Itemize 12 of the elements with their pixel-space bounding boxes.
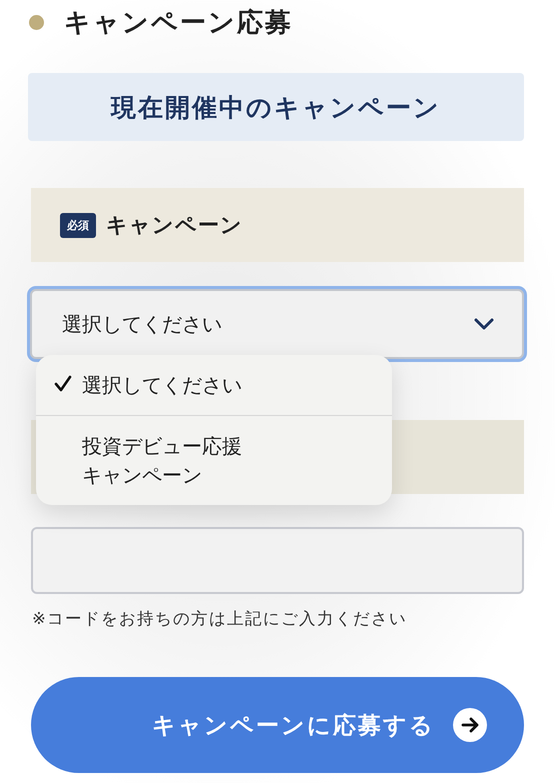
banner-title: 現在開催中のキャンペーン [111,92,441,124]
section-heading: キャンペーン応募 [64,6,293,40]
campaign-select[interactable]: 選択してください [30,289,524,359]
submit-button[interactable]: キャンペーンに応募する [31,677,524,773]
input-note: ※コードをお持ちの方は上記にご入力ください [32,608,408,630]
required-badge: 必須 [60,212,96,238]
bullet-dot [29,14,44,30]
chevron-down-icon [474,318,494,330]
arrow-right-icon [453,708,487,742]
check-icon [54,375,72,393]
code-input-field[interactable] [31,527,524,594]
field-label: キャンペーン [106,212,243,239]
